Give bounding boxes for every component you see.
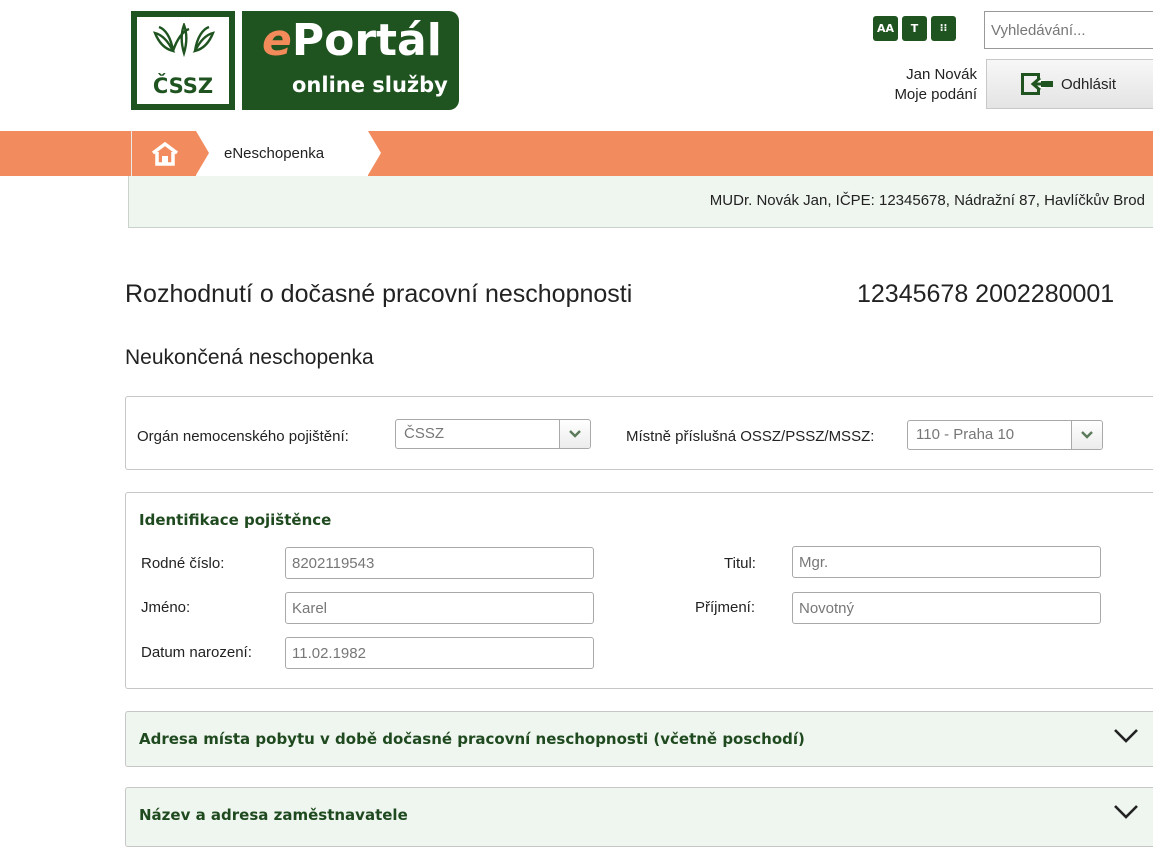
chevron-down-icon <box>1114 805 1138 819</box>
accordion-employer[interactable]: Název a adresa zaměstnavatele <box>125 787 1153 847</box>
eportal-logo[interactable]: ePortál online služby <box>242 11 459 110</box>
chevron-down-icon <box>559 420 590 448</box>
first-name-label: Jméno: <box>141 599 191 616</box>
chevron-down-icon <box>1114 729 1138 743</box>
last-name-input[interactable] <box>793 593 1100 623</box>
user-name: Jan Novák <box>906 66 977 83</box>
home-icon <box>151 141 178 166</box>
doctor-info: MUDr. Novák Jan, IČPE: 12345678, Nádražn… <box>709 192 1145 209</box>
accordion-residence-address[interactable]: Adresa místa pobytu v době dočasné praco… <box>125 711 1153 767</box>
birth-date-input[interactable] <box>286 638 593 668</box>
birth-date-label: Datum narození: <box>141 644 252 661</box>
organ-select-value: ČSSZ <box>404 425 445 442</box>
organ-select[interactable]: ČSSZ <box>395 419 591 449</box>
cssz-logo[interactable]: ČSSZ <box>131 11 235 110</box>
first-name-field[interactable] <box>285 592 594 624</box>
birth-number-field[interactable] <box>285 547 594 579</box>
logout-label: Odhlásit <box>1061 75 1117 93</box>
font-size-button[interactable]: AA <box>873 16 898 41</box>
eportal-logo-title: ePortál <box>262 15 442 67</box>
cssz-logo-text: ČSSZ <box>152 74 214 98</box>
insured-section-title: Identifikace pojištěnce <box>139 511 332 529</box>
birth-date-field[interactable] <box>285 637 594 669</box>
text-mode-button[interactable]: T <box>902 16 927 41</box>
logout-icon <box>1021 73 1053 95</box>
my-submissions-link[interactable]: Moje podání <box>894 86 977 103</box>
title-input[interactable] <box>793 547 1100 577</box>
accordion-title: Adresa místa pobytu v době dočasné praco… <box>139 730 805 748</box>
insurance-panel: Orgán nemocenského pojištění: ČSSZ Místn… <box>125 396 1153 470</box>
office-select[interactable]: 110 - Praha 10 <box>907 420 1103 450</box>
title-field[interactable] <box>792 546 1101 578</box>
chevron-down-icon <box>1071 421 1102 449</box>
eportal-logo-prefix: e <box>262 15 292 66</box>
leaf-emblem-icon <box>153 23 215 57</box>
page-title: Rozhodnutí o dočasné pracovní neschopnos… <box>125 280 633 308</box>
logout-button[interactable]: Odhlásit <box>986 59 1153 109</box>
doctor-info-bar: MUDr. Novák Jan, IČPE: 12345678, Nádražn… <box>128 176 1153 228</box>
eportal-logo-name: Portál <box>291 15 442 66</box>
organ-label: Orgán nemocenského pojištění: <box>137 428 349 445</box>
eportal-logo-subtitle: online služby <box>292 73 448 97</box>
birth-number-input[interactable] <box>286 548 593 578</box>
first-name-input[interactable] <box>286 593 593 623</box>
search-input[interactable] <box>985 12 1153 48</box>
office-label: Místně příslušná OSSZ/PSSZ/MSSZ: <box>626 428 875 445</box>
insured-identification-panel: Identifikace pojištěnce Rodné číslo: Tit… <box>125 492 1153 689</box>
accordion-title: Název a adresa zaměstnavatele <box>139 806 408 824</box>
title-label: Titul: <box>724 555 756 572</box>
breadcrumb-home[interactable] <box>131 131 197 176</box>
structure-button[interactable]: ⁝⁝ <box>931 16 956 41</box>
page-subtitle: Neukončená neschopenka <box>125 346 374 369</box>
search-box[interactable] <box>984 11 1153 49</box>
last-name-field[interactable] <box>792 592 1101 624</box>
breadcrumb-item-eneschopenka[interactable]: eNeschopenka <box>196 131 381 176</box>
birth-number-label: Rodné číslo: <box>141 555 225 572</box>
document-number: 12345678 2002280001 <box>857 280 1115 308</box>
last-name-label: Příjmení: <box>695 599 756 616</box>
office-select-value: 110 - Praha 10 <box>916 426 1015 443</box>
